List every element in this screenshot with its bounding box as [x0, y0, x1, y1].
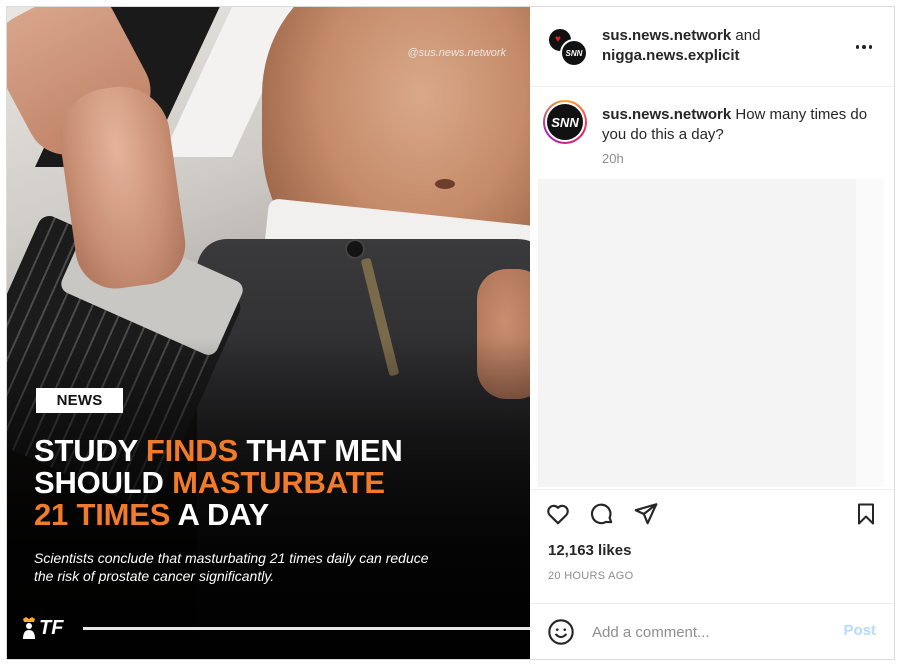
more-horizontal-icon[interactable] [852, 35, 876, 59]
logo-text: TF [39, 616, 64, 639]
headline-text: A DAY [170, 497, 269, 532]
headline-text: SHOULD [34, 465, 173, 500]
post-header: ♥ SNN sus.news.network and nigga.news.ex… [530, 7, 894, 87]
more-dot [868, 45, 873, 49]
navel-detail [435, 179, 455, 189]
post-media[interactable]: @sus.news.network NEWS STUDY FINDS THAT … [7, 7, 530, 659]
headline-highlight: FINDS [145, 433, 238, 468]
bookmark-icon[interactable] [852, 500, 880, 528]
more-dot [862, 45, 866, 49]
collab-avatars[interactable]: ♥ SNN [547, 27, 588, 67]
action-bar [530, 489, 894, 537]
comments-list[interactable] [538, 179, 856, 487]
watermark-text: @sus.news.network [407, 47, 506, 59]
headline-highlight: 21 TIMES [34, 497, 171, 532]
header-usernames: sus.news.network and nigga.news.explicit [602, 26, 832, 66]
post-timestamp[interactable]: 20 HOURS AGO [548, 570, 634, 582]
brand-logo: TF [21, 612, 73, 644]
side-panel: ♥ SNN sus.news.network and nigga.news.ex… [530, 7, 894, 659]
username-link[interactable]: sus.news.network [602, 27, 731, 44]
caption-time: 20h [602, 151, 624, 166]
story-ring-avatar[interactable]: SNN [543, 100, 587, 144]
headline-highlight: MASTURBATE [172, 465, 385, 500]
headline-text: STUDY [34, 433, 146, 468]
joiner-text: and [731, 27, 761, 44]
avatar: SNN [560, 39, 588, 67]
headline-text: THAT MEN [237, 433, 403, 468]
avatar: SNN [545, 102, 585, 142]
comment-bar: Post [530, 603, 894, 659]
subheadline: Scientists conclude that masturbating 21… [34, 550, 429, 584]
paper-plane-icon[interactable] [632, 500, 660, 528]
comment-input[interactable] [592, 620, 822, 644]
heart-badge-icon: ♥ [555, 34, 561, 45]
username-link[interactable]: nigga.news.explicit [602, 47, 740, 64]
news-tag: NEWS [36, 388, 123, 413]
video-progress-bar[interactable] [83, 627, 530, 630]
likes-count[interactable]: 12,163 likes [548, 542, 631, 559]
emoji-icon[interactable] [547, 618, 575, 646]
post-caption: SNN sus.news.network How many times do y… [530, 87, 894, 179]
post-button[interactable]: Post [843, 622, 876, 639]
scroll-gutter [856, 179, 884, 487]
post-dialog: @sus.news.network NEWS STUDY FINDS THAT … [6, 6, 895, 660]
headline: STUDY FINDS THAT MEN SHOULD MASTURBATE 2… [34, 435, 514, 531]
jeans-button [345, 239, 365, 259]
person-icon [23, 617, 35, 639]
caption-text: sus.news.network How many times do you d… [602, 105, 872, 145]
comment-icon[interactable] [588, 500, 616, 528]
more-dot [855, 45, 860, 49]
username-link[interactable]: sus.news.network [602, 106, 731, 123]
heart-icon[interactable] [544, 500, 572, 528]
